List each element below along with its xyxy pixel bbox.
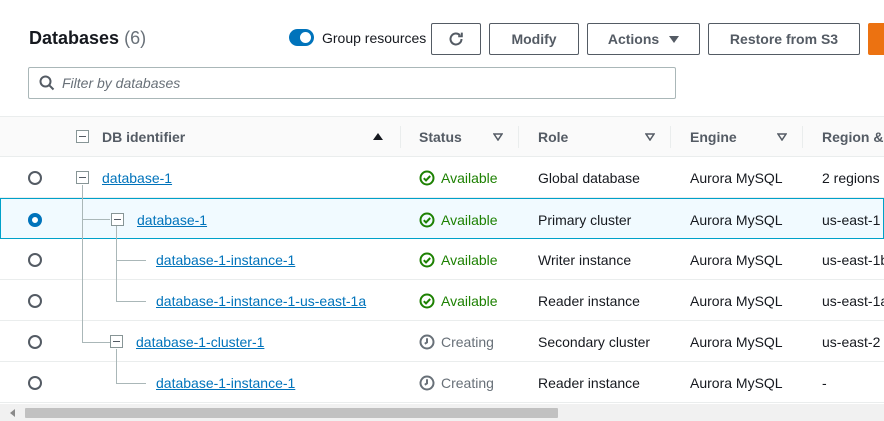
caret-down-icon xyxy=(669,35,680,43)
scrollbar-thumb[interactable] xyxy=(25,408,558,418)
engine-cell: Aurora MySQL xyxy=(690,251,783,268)
column-engine-label: Engine xyxy=(690,128,737,145)
role-cell: Global database xyxy=(538,169,640,186)
column-separator xyxy=(670,126,671,148)
collapse-icon[interactable] xyxy=(111,199,124,240)
search-icon xyxy=(39,75,55,91)
status-cell: Available xyxy=(419,199,498,240)
region-cell: us-east-2 xyxy=(822,333,881,350)
toggle-switch[interactable] xyxy=(289,29,314,46)
check-circle-icon xyxy=(419,170,435,185)
role-cell: Reader instance xyxy=(538,374,640,391)
horizontal-scrollbar[interactable] xyxy=(0,404,884,421)
actions-button[interactable]: Actions xyxy=(587,23,700,55)
table-row[interactable]: database-1 Available Primary cluster Aur… xyxy=(0,198,884,239)
column-separator xyxy=(802,126,803,148)
column-status[interactable]: Status xyxy=(419,117,462,156)
refresh-button[interactable] xyxy=(431,23,481,55)
sort-icon[interactable] xyxy=(777,117,787,156)
column-separator xyxy=(400,126,401,148)
sort-icon[interactable] xyxy=(493,117,503,156)
column-region-label: Region & xyxy=(822,128,884,145)
row-radio[interactable] xyxy=(28,199,42,240)
role-cell: Secondary cluster xyxy=(538,333,651,350)
role-cell: Primary cluster xyxy=(538,211,632,228)
page-title: Databases (6) xyxy=(29,28,146,49)
tree-connector xyxy=(116,226,117,301)
actions-button-label: Actions xyxy=(607,31,660,47)
column-role-label: Role xyxy=(538,128,569,145)
row-radio[interactable] xyxy=(28,239,42,280)
check-circle-icon xyxy=(419,293,435,308)
tree-connector xyxy=(116,260,146,261)
region-cell: us-east-1a xyxy=(822,292,884,309)
engine-cell: Aurora MySQL xyxy=(690,169,783,186)
db-identifier-link[interactable]: database-1-instance-1 xyxy=(156,239,295,280)
row-radio[interactable] xyxy=(28,362,42,403)
tree-connector xyxy=(116,383,146,384)
db-identifier-link[interactable]: database-1-cluster-1 xyxy=(136,321,264,362)
modify-button-label: Modify xyxy=(511,31,557,47)
db-identifier-link[interactable]: database-1-instance-1 xyxy=(156,362,295,403)
resource-count: (6) xyxy=(124,28,147,48)
status-cell: Available xyxy=(419,157,498,198)
engine-cell: Aurora MySQL xyxy=(690,292,783,309)
restore-button-label: Restore from S3 xyxy=(729,31,839,47)
db-identifier-link[interactable]: database-1-instance-1-us-east-1a xyxy=(156,280,366,321)
db-identifier-link[interactable]: database-1 xyxy=(137,199,207,240)
row-radio[interactable] xyxy=(28,157,42,198)
check-circle-icon xyxy=(419,252,435,267)
search-box[interactable] xyxy=(28,67,676,99)
sort-ascending-icon[interactable] xyxy=(373,117,383,156)
column-separator xyxy=(518,126,519,148)
table-header: DB identifier Status Role Engine Region … xyxy=(0,116,884,157)
region-cell: - xyxy=(822,374,827,391)
row-radio[interactable] xyxy=(28,280,42,321)
status-cell: Available xyxy=(419,280,498,321)
engine-cell: Aurora MySQL xyxy=(690,374,783,391)
column-db-identifier[interactable]: DB identifier xyxy=(102,117,185,156)
clock-icon xyxy=(419,375,435,390)
tree-connector xyxy=(116,301,146,302)
sort-icon[interactable] xyxy=(645,117,655,156)
column-status-label: Status xyxy=(419,128,462,145)
create-database-button[interactable] xyxy=(868,23,884,55)
role-cell: Writer instance xyxy=(538,251,632,268)
status-cell: Available xyxy=(419,239,498,280)
search-input[interactable] xyxy=(62,75,622,91)
clock-icon xyxy=(419,334,435,349)
column-role[interactable]: Role xyxy=(538,117,568,156)
tree-connector xyxy=(82,219,110,220)
modify-button[interactable]: Modify xyxy=(489,23,579,55)
page-title-text: Databases xyxy=(29,28,120,48)
collapse-all-icon xyxy=(76,130,89,143)
region-cell: us-east-1 xyxy=(822,211,881,228)
engine-cell: Aurora MySQL xyxy=(690,333,783,350)
region-cell: us-east-1b xyxy=(822,251,884,268)
restore-from-s3-button[interactable]: Restore from S3 xyxy=(708,23,860,55)
db-identifier-link[interactable]: database-1 xyxy=(102,157,172,198)
scroll-left-icon[interactable] xyxy=(10,409,15,417)
table-row[interactable]: database-1-cluster-1 Creating Secondary … xyxy=(0,321,884,362)
table-row[interactable]: database-1 Available Global database Aur… xyxy=(0,157,884,198)
column-engine[interactable]: Engine xyxy=(690,117,737,156)
tree-connector xyxy=(116,349,117,383)
role-cell: Reader instance xyxy=(538,292,640,309)
status-cell: Creating xyxy=(419,362,494,403)
toggle-label: Group resources xyxy=(322,29,427,46)
refresh-icon xyxy=(449,32,463,46)
tree-connector xyxy=(82,185,83,343)
page-header: Databases (6) Group resources Modify Act… xyxy=(0,0,884,116)
row-radio[interactable] xyxy=(28,321,42,362)
tree-connector xyxy=(82,342,110,343)
column-region[interactable]: Region & xyxy=(822,117,883,156)
column-db-identifier-label: DB identifier xyxy=(102,128,186,145)
check-circle-icon xyxy=(419,212,435,227)
region-cell: 2 regions xyxy=(822,169,880,186)
engine-cell: Aurora MySQL xyxy=(690,211,783,228)
group-resources-toggle[interactable]: Group resources xyxy=(289,29,426,46)
expand-all-toggle[interactable] xyxy=(76,117,89,156)
status-cell: Creating xyxy=(419,321,494,362)
